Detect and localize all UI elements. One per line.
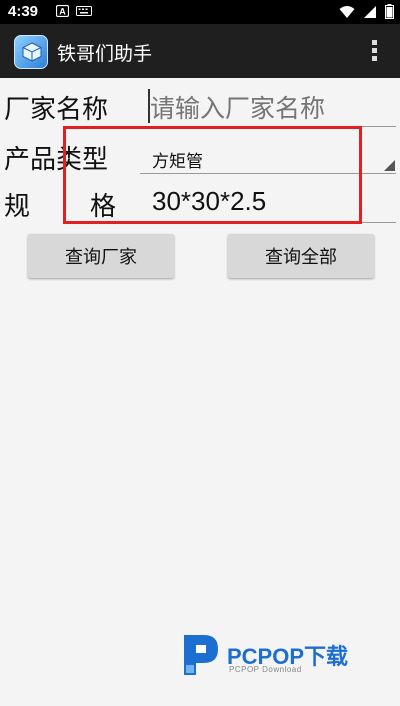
action-bar: 铁哥们助手 <box>0 24 400 78</box>
svg-text:A: A <box>59 7 66 17</box>
system-tray <box>339 4 394 19</box>
highlight-box <box>63 126 362 224</box>
app-icon[interactable] <box>14 35 48 69</box>
query-manufacturer-button[interactable]: 查询厂家 <box>28 234 174 278</box>
manufacturer-input[interactable] <box>150 88 392 128</box>
a-box-icon: A <box>56 5 69 17</box>
text-cursor <box>148 89 150 123</box>
watermark: PCPOP下载 PCPOP Download <box>180 631 380 679</box>
manufacturer-label: 厂家名称 <box>4 95 109 125</box>
query-all-button[interactable]: 查询全部 <box>228 234 374 278</box>
pcpop-logo-icon <box>184 635 218 675</box>
status-bar: 4:39 A <box>0 0 400 24</box>
signal-icon <box>364 5 376 18</box>
more-vert-icon[interactable] <box>372 40 378 64</box>
app-title: 铁哥们助手 <box>57 43 153 65</box>
wifi-icon <box>339 5 355 18</box>
dropdown-arrow-icon[interactable] <box>384 160 395 171</box>
cube-icon <box>22 42 42 62</box>
battery-icon <box>385 4 394 19</box>
watermark-sub: PCPOP Download <box>229 665 302 674</box>
spec-label-left: 规 <box>4 192 31 222</box>
status-time: 4:39 <box>8 3 39 20</box>
keyboard-icon <box>76 6 92 16</box>
